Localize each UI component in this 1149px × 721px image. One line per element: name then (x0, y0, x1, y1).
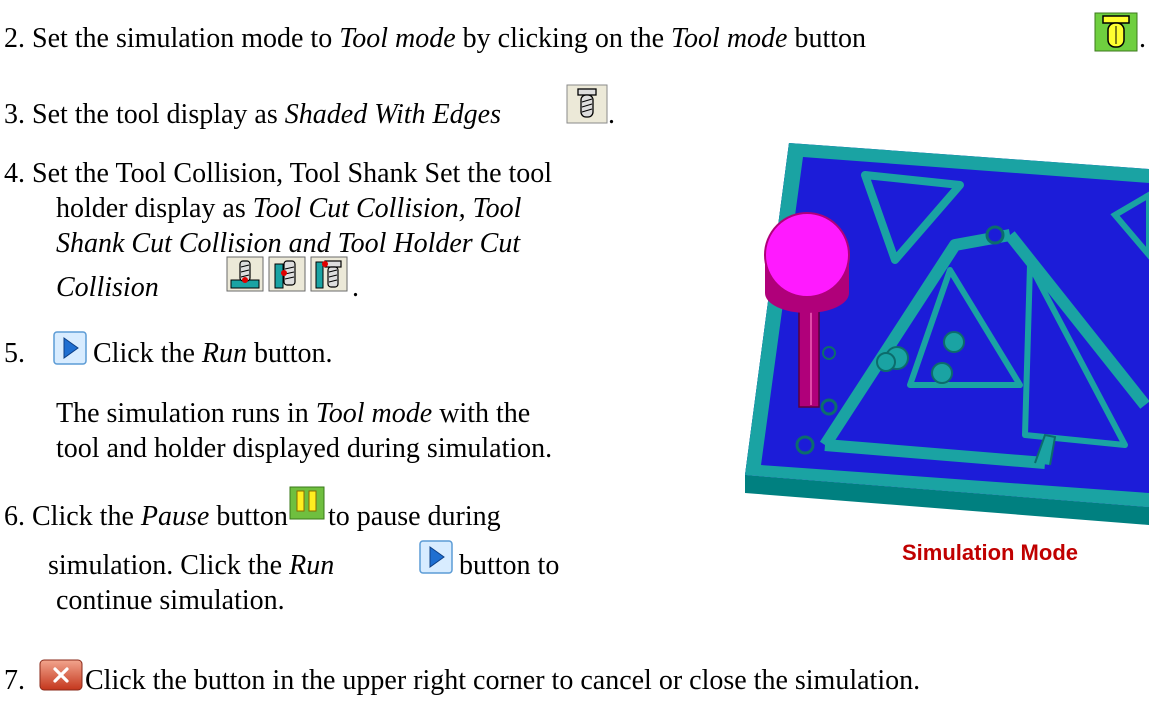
step-2-text-b: Tool mode (339, 23, 456, 54)
step-4-number: 4. (4, 158, 25, 189)
step-4-text-l2a: holder display as (56, 193, 253, 224)
hole-4 (876, 352, 896, 372)
step-6-line-2: simulation. Click the Run (48, 549, 334, 583)
step-6-text-a: Click the (32, 501, 141, 532)
tool-shank-cut-collision-icon[interactable] (268, 256, 306, 297)
run-icon-2[interactable] (419, 540, 453, 579)
step-6-line-1: 6. Click the Pause button (4, 500, 288, 534)
step-2-text-d: Tool mode (671, 23, 788, 54)
pause-icon[interactable] (289, 486, 325, 525)
step-5-para-a: The simulation runs in (56, 398, 316, 429)
step-5-text-a: Click the (93, 338, 202, 369)
hole-5 (931, 362, 953, 384)
step-4-line-2: holder display as Tool Cut Collision, To… (56, 192, 521, 226)
step-4-line-1: 4. Set the Tool Collision, Tool Shank Se… (4, 157, 552, 191)
step-4-text-l4: Collision (56, 272, 159, 303)
hole-7 (820, 398, 838, 416)
step-7-number: 7. (4, 665, 25, 696)
step-2-number: 2. (4, 23, 25, 54)
step-4-text-l3: Shank Cut Collision and Tool Holder Cut (56, 228, 521, 259)
step-5-para-line-2: tool and holder displayed during simulat… (56, 432, 552, 466)
step-7-text: Click the button in the upper right corn… (85, 665, 921, 696)
simulation-figure (745, 115, 1149, 530)
tool-mode-icon[interactable] (1094, 12, 1138, 57)
step-6-text-l3: continue simulation. (56, 585, 285, 616)
step-3-text-b: Shaded With Edges (284, 99, 501, 130)
step-6-text-c: button (209, 501, 288, 532)
shaded-with-edges-icon[interactable] (566, 84, 608, 129)
tool-holder-cut-collision-icon[interactable] (310, 256, 348, 297)
step-4-text-l1: Set the Tool Collision, Tool Shank Set t… (32, 158, 553, 189)
step-3-period: . (608, 99, 615, 130)
hole-6 (822, 346, 836, 360)
step-6-text-d: to pause during (328, 501, 501, 532)
step-6-text-l2c: button to (459, 550, 560, 581)
step-4-text-l2b: Tool Cut Collision, Tool (252, 193, 522, 224)
step-6-text-l2b: Run (289, 550, 335, 581)
step-5-text-b: Run (201, 338, 247, 369)
step-5-text-c: button. (246, 338, 333, 369)
figure-caption: Simulation Mode (902, 540, 1078, 565)
tool-head-top (764, 212, 850, 298)
step-5-para-2: tool and holder displayed during simulat… (56, 433, 553, 464)
step-5-para-line-1: The simulation runs in Tool mode with th… (56, 397, 530, 431)
tool-cut-collision-icon[interactable] (226, 256, 264, 297)
step-3: 3. Set the tool display as Shaded With E… (4, 98, 501, 132)
step-2: 2. Set the simulation mode to Tool mode … (4, 22, 866, 56)
step-5-para-b: Tool mode (315, 398, 433, 429)
step-6-line-3: continue simulation. (56, 584, 285, 618)
step-6-text-b: Pause (140, 501, 210, 532)
step-6-number: 6. (4, 501, 25, 532)
hole-3 (943, 331, 965, 353)
step-6-text-l2a: simulation. Click the (48, 550, 290, 581)
hole-8 (795, 435, 815, 455)
step-2-text-e: button (787, 23, 867, 54)
step-3-text-a: Set the tool display as (32, 99, 285, 130)
step-2-period: . (1139, 23, 1146, 54)
hole-1 (985, 225, 1005, 245)
step-5-para-c: with the (432, 398, 531, 429)
step-5-number: 5. (4, 338, 25, 369)
step-2-text-c: by clicking on the (455, 23, 672, 54)
step-4-line-4: Collision (56, 271, 159, 305)
close-icon[interactable] (39, 659, 83, 696)
step-5-line-1: Click the Run button. (93, 337, 333, 371)
step-2-text-a: Set the simulation mode to (32, 23, 340, 54)
run-icon[interactable] (53, 331, 87, 370)
step-4-period: . (352, 272, 359, 303)
step-3-number: 3. (4, 99, 25, 130)
